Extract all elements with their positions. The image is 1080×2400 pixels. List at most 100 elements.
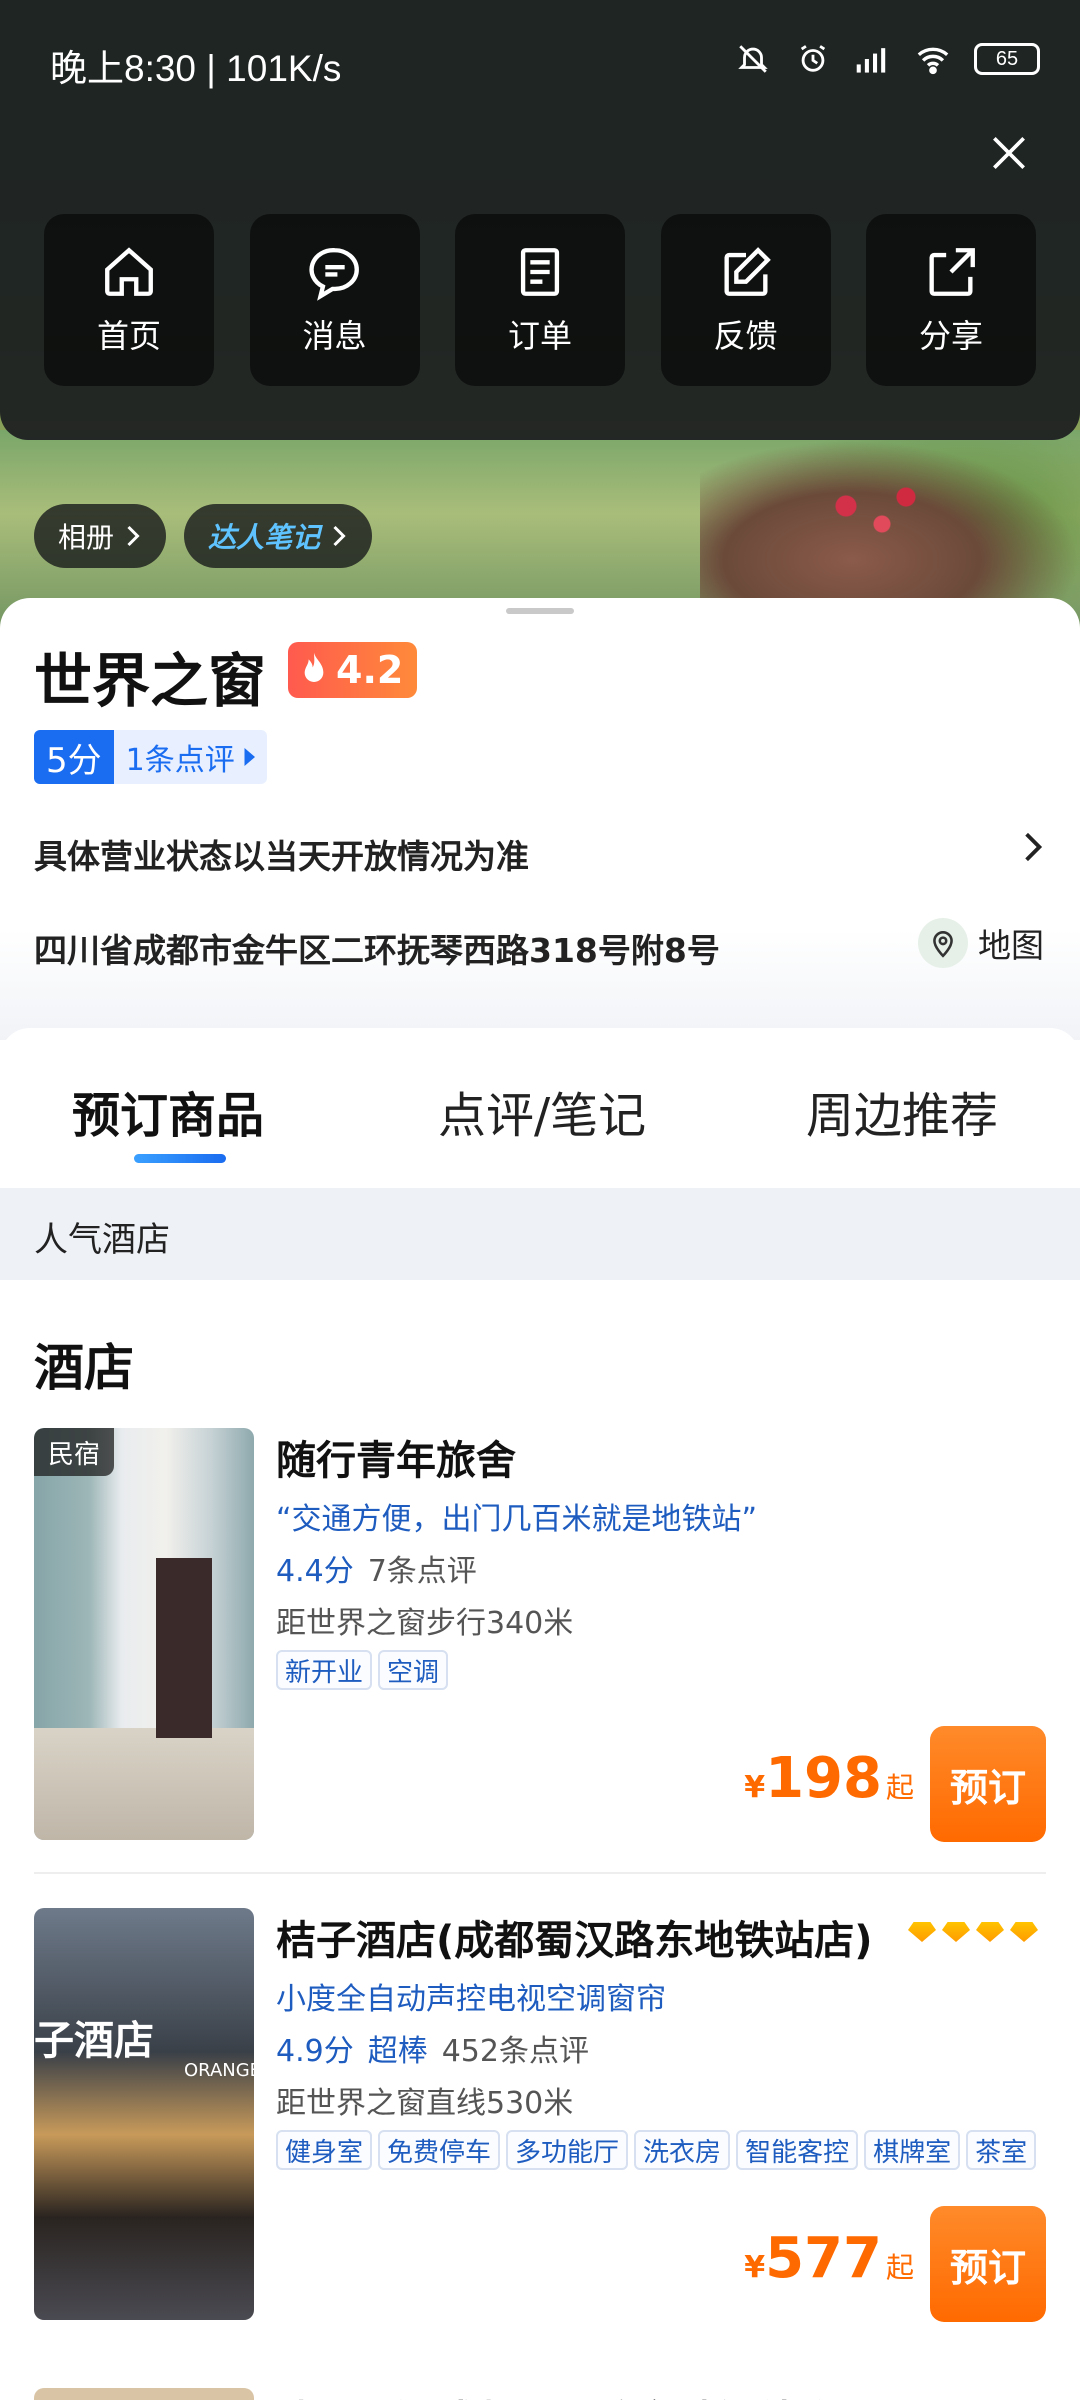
hotel-tag: 新开业 <box>276 1650 373 1690</box>
status-icons: 65 <box>734 40 1040 78</box>
hotel-reviews: 452条点评 <box>441 2034 589 2069</box>
hotel-score: 4.4分 <box>276 1554 354 1589</box>
review-count: 1条点评 <box>113 730 267 784</box>
home-button[interactable]: 首页 <box>44 214 214 386</box>
divider <box>34 1872 1046 1874</box>
hotel-tag: 洗衣房 <box>634 2130 731 2170</box>
alarm-icon <box>794 40 832 78</box>
chevron-right-icon <box>333 525 346 547</box>
home-icon <box>105 247 153 296</box>
price-suffix: 起 <box>885 2251 914 2284</box>
thumb-tag: 民宿 <box>34 1428 115 1476</box>
hotel-card-partial[interactable]: 涑?酒店(成都黑汉路东地铁站店) <box>34 2388 1046 2400</box>
share-button[interactable]: 分享 <box>866 214 1036 386</box>
hotel-reviews: 7条点评 <box>367 1554 477 1589</box>
flame-icon <box>304 652 324 682</box>
order-icon <box>520 248 560 296</box>
feedback-icon <box>723 247 771 296</box>
share-label: 分享 <box>918 317 983 355</box>
hotel-tag: 空调 <box>378 1650 449 1690</box>
hotel-card[interactable]: 子酒店 ORANGE 桔子酒店(成都蜀汉路东地铁站店) 小度全自动声控电视空调窗… <box>34 1908 1046 2328</box>
album-label: 相册 <box>58 521 115 554</box>
price-symbol: ¥ <box>744 2250 766 2285</box>
hotel-distance: 距世界之窗步行340米 <box>276 1606 574 1641</box>
message-icon <box>308 248 359 301</box>
signal-icon <box>854 40 892 78</box>
feedback-label: 反馈 <box>713 317 778 355</box>
heat-badge: 4.2 <box>288 642 418 698</box>
hotel-grade: 超棒 <box>367 2034 428 2069</box>
message-button[interactable]: 消息 <box>249 214 420 386</box>
hero-flowers <box>810 470 930 560</box>
hotel-rating: 4.9分 超棒 452条点评 <box>276 2026 589 2070</box>
share-icon <box>929 248 975 296</box>
poi-title: 世界之窗 <box>34 647 267 715</box>
hotel-info: 桔子酒店(成都蜀汉路东地铁站店) 小度全自动声控电视空调窗帘 4.9分 超棒 4… <box>276 1908 1046 2328</box>
diamond-icon <box>976 1922 1004 1942</box>
tab-booking[interactable]: 预订商品 <box>72 1076 264 1146</box>
hotel-section: 酒店 民宿 随行青年旅舍 “交通方便，出门几百米就是地铁站” 4.4分 7条点评… <box>0 1280 1080 2400</box>
wifi-icon <box>914 40 952 78</box>
hotel-thumbnail[interactable] <box>34 2388 254 2400</box>
hotel-tag: 茶室 <box>966 2130 1037 2170</box>
mute-bell-icon <box>734 40 772 78</box>
home-label: 首页 <box>96 317 161 355</box>
status-bar: 晚上8:30 | 101K/s 65 <box>0 0 1080 120</box>
album-chip[interactable]: 相册 <box>34 504 167 568</box>
hotel-tag: 智能客控 <box>736 2130 859 2170</box>
content-tabs: 预订商品 点评/笔记 周边推荐 <box>0 1028 1080 1188</box>
top-overlay-menu: 晚上8:30 | 101K/s 65 首页 消息 订单 反馈 分享 <box>0 0 1080 440</box>
book-button[interactable]: 预订 <box>930 2206 1046 2322</box>
chevron-right-icon <box>127 525 140 547</box>
notes-label: 达人笔记 <box>208 521 321 554</box>
tab-nearby[interactable]: 周边推荐 <box>806 1076 998 1146</box>
map-pin-icon <box>918 918 968 968</box>
thumb-sign: 子酒店 <box>34 2018 154 2064</box>
thumb-sign-secondary: ORANGE <box>184 2060 254 2081</box>
drag-handle[interactable] <box>506 608 574 614</box>
poi-address[interactable]: 四川省成都市金牛区二环抚琴西路318号附8号 <box>34 924 720 972</box>
book-button[interactable]: 预订 <box>930 1726 1046 1842</box>
hotel-rating: 4.4分 7条点评 <box>276 1546 477 1590</box>
status-time: 晚上8:30 | 101K/s <box>50 48 342 89</box>
open-status[interactable]: 具体营业状态以当天开放情况为准 <box>34 830 529 878</box>
hotel-name: 涑?酒店(成都黑汉路东地铁站店) <box>276 2388 856 2400</box>
rating-score: 5分 <box>34 730 114 784</box>
price-suffix: 起 <box>885 1771 914 1804</box>
map-button[interactable]: 地图 <box>918 918 1044 968</box>
heat-score: 4.2 <box>336 648 404 692</box>
diamond-icon <box>908 1922 936 1942</box>
price-value: 577 <box>765 2226 882 2291</box>
section-label: 人气酒店 <box>34 1220 170 1260</box>
hotel-quote: “交通方便，出门几百米就是地铁站” <box>276 1502 758 1537</box>
review-count-label: 1条点评 <box>125 743 235 778</box>
price-value: 198 <box>765 1746 882 1811</box>
hotel-card[interactable]: 民宿 随行青年旅舍 “交通方便，出门几百米就是地铁站” 4.4分 7条点评 距世… <box>34 1428 1046 1848</box>
message-label: 消息 <box>302 317 367 355</box>
feedback-button[interactable]: 反馈 <box>660 214 831 386</box>
quick-actions: 首页 消息 订单 反馈 分享 <box>44 214 1036 386</box>
hotel-heading: 酒店 <box>34 1339 134 1397</box>
hotel-name: 随行青年旅舍 <box>276 1438 516 1484</box>
battery-icon: 65 <box>974 43 1040 75</box>
hotel-score: 4.9分 <box>276 2034 354 2069</box>
close-button[interactable] <box>982 126 1036 180</box>
expert-notes-chip[interactable]: 达人笔记 <box>184 504 373 568</box>
hotel-distance: 距世界之窗直线530米 <box>276 2086 574 2121</box>
hotel-tag: 健身室 <box>276 2130 373 2170</box>
map-label: 地图 <box>978 926 1044 965</box>
section-bar: 人气酒店 <box>0 1188 1080 1280</box>
hotel-info: 随行青年旅舍 “交通方便，出门几百米就是地铁站” 4.4分 7条点评 距世界之窗… <box>276 1428 1046 1848</box>
hotel-price: ¥ 577 起 <box>744 2226 914 2291</box>
chevron-right-icon[interactable] <box>1022 830 1044 868</box>
caret-right-icon <box>244 748 255 766</box>
diamond-icon <box>1010 1922 1038 1942</box>
rating-row[interactable]: 5分 1条点评 <box>34 730 267 784</box>
poi-info-card: 世界之窗 4.2 5分 1条点评 具体营业状态以当天开放情况为准 四川省成都市金… <box>0 598 1080 1040</box>
hotel-thumbnail[interactable]: 子酒店 ORANGE <box>34 1908 254 2320</box>
hotel-name: 桔子酒店(成都蜀汉路东地铁站店) <box>276 1918 873 1964</box>
price-symbol: ¥ <box>744 1770 766 1805</box>
hotel-thumbnail[interactable]: 民宿 <box>34 1428 254 1840</box>
order-button[interactable]: 订单 <box>455 214 625 386</box>
tab-reviews[interactable]: 点评/笔记 <box>438 1076 646 1146</box>
